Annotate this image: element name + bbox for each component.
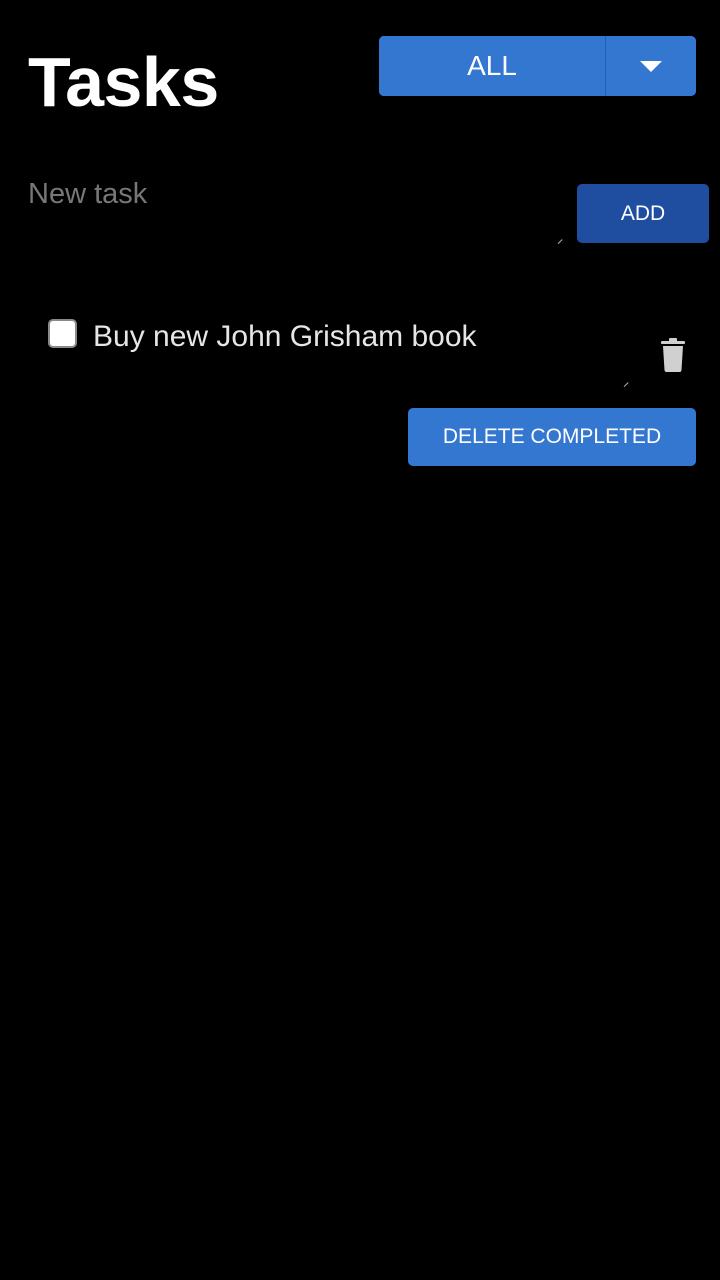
delete-completed-button[interactable]: DELETE COMPLETED	[408, 408, 696, 466]
filter-toggle-button[interactable]	[606, 36, 696, 96]
resize-handle-icon[interactable]	[553, 234, 563, 245]
filter-dropdown[interactable]: ALL	[379, 36, 696, 96]
task-label: Buy new John Grisham book	[93, 320, 477, 353]
trash-icon[interactable]	[660, 338, 686, 372]
chevron-down-icon	[640, 60, 662, 72]
page-title: Tasks	[28, 43, 219, 121]
filter-selected-button[interactable]: ALL	[379, 36, 605, 96]
new-task-input[interactable]	[28, 172, 558, 242]
add-task-button[interactable]: ADD	[577, 184, 709, 243]
list-item: Buy new John Grisham book	[48, 312, 698, 392]
tasks-app: Tasks ALL ADD Buy new John Grisham book …	[0, 0, 720, 1280]
task-checkbox[interactable]	[48, 319, 77, 348]
